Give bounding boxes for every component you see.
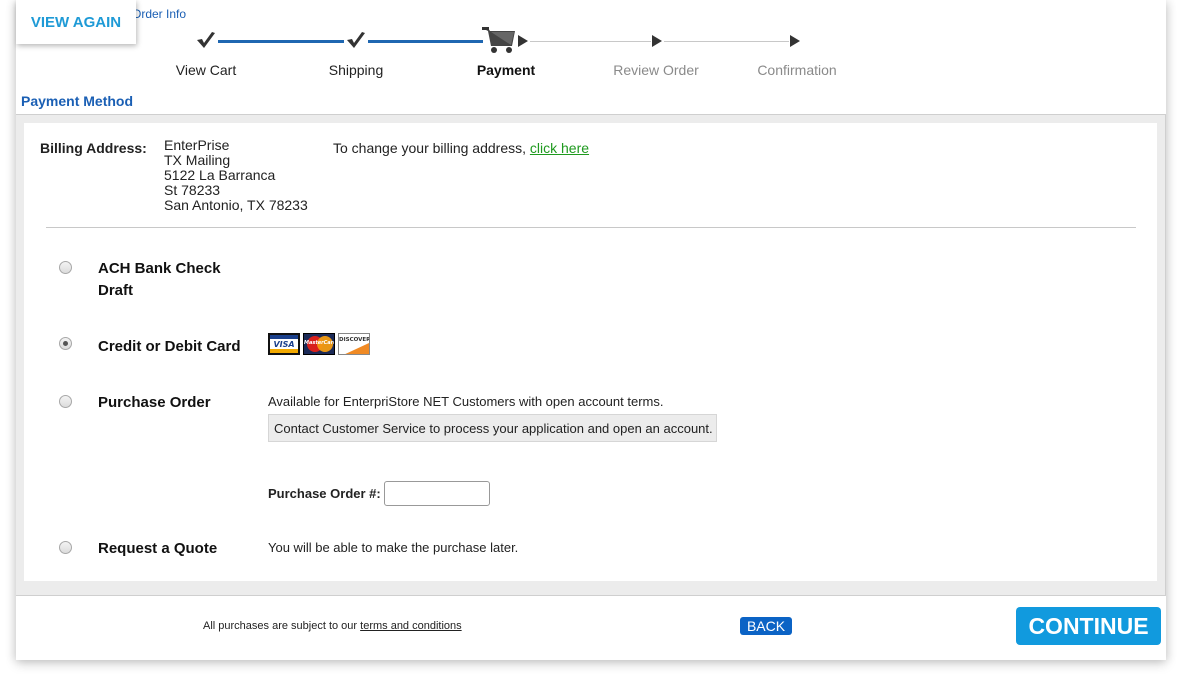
step-connector	[218, 40, 344, 43]
checkmark-icon	[347, 32, 365, 48]
credit-card-label[interactable]: Credit or Debit Card	[98, 336, 241, 358]
purchase-order-note: Contact Customer Service to process your…	[268, 414, 717, 442]
ach-label-line2: Draft	[98, 282, 134, 299]
change-billing-text: To change your billing address, click he…	[333, 140, 589, 156]
billing-line: EnterPrise	[164, 137, 230, 153]
purchase-order-radio[interactable]	[59, 395, 72, 408]
arrow-right-icon	[652, 35, 662, 47]
credit-card-radio[interactable]	[59, 337, 72, 350]
purchase-order-number-input[interactable]	[384, 481, 490, 506]
change-billing-link[interactable]: click here	[530, 140, 589, 156]
billing-address: EnterPrise TX Mailing 5122 La Barranca S…	[164, 138, 308, 213]
continue-button[interactable]: CONTINUE	[1016, 607, 1161, 645]
shopping-cart-icon	[482, 27, 515, 53]
divider	[46, 227, 1136, 228]
request-quote-radio[interactable]	[59, 541, 72, 554]
step-review-order: Review Order	[613, 62, 699, 78]
discover-text: DISCOVER	[339, 337, 370, 343]
terms-link[interactable]: terms and conditions	[360, 620, 462, 632]
change-billing-label: To change your billing address,	[333, 140, 530, 156]
visa-icon: VISA	[268, 333, 300, 355]
order-info-link[interactable]: Order Info	[132, 7, 186, 21]
step-connector	[368, 40, 483, 43]
view-again-button[interactable]: VIEW AGAIN	[16, 0, 136, 44]
billing-line: 5122 La Barranca	[164, 167, 276, 183]
back-button[interactable]: BACK	[740, 617, 792, 635]
payment-panel-inner: Billing Address: EnterPrise TX Mailing 5…	[24, 123, 1157, 581]
billing-address-label: Billing Address:	[40, 140, 147, 156]
visa-text: VISA	[273, 340, 295, 349]
request-quote-label[interactable]: Request a Quote	[98, 538, 217, 560]
step-confirmation: Confirmation	[757, 62, 837, 78]
mastercard-icon: MasterCard	[303, 333, 335, 355]
purchase-order-number-label: Purchase Order #:	[268, 486, 381, 501]
payment-method-title: Payment Method	[21, 93, 134, 109]
step-view-cart[interactable]: View Cart	[136, 62, 276, 78]
billing-line: St 78233	[164, 182, 221, 198]
ach-label-line1: ACH Bank Check	[98, 260, 221, 277]
mastercard-text: MasterCard	[304, 340, 335, 346]
request-quote-description: You will be able to make the purchase la…	[268, 540, 519, 555]
terms-notice: All purchases are subject to our terms a…	[203, 620, 462, 632]
card-logos: VISA MasterCard DISCOVER	[268, 333, 370, 355]
discover-icon: DISCOVER	[338, 333, 370, 355]
checkmark-icon	[197, 32, 215, 48]
terms-text: All purchases are subject to our	[203, 620, 361, 632]
arrow-right-icon	[518, 35, 528, 47]
purchase-order-description: Available for EnterpriStore NET Customer…	[268, 394, 664, 409]
step-payment: Payment	[476, 62, 536, 78]
arrow-right-icon	[790, 35, 800, 47]
purchase-order-label[interactable]: Purchase Order	[98, 392, 211, 414]
step-connector	[664, 41, 789, 42]
step-shipping[interactable]: Shipping	[286, 62, 426, 78]
payment-panel: Billing Address: EnterPrise TX Mailing 5…	[16, 114, 1166, 596]
ach-label[interactable]: ACH Bank Check Draft	[98, 258, 221, 302]
billing-line: TX Mailing	[164, 152, 231, 168]
step-connector	[530, 41, 651, 42]
ach-radio[interactable]	[59, 261, 72, 274]
billing-line: San Antonio, TX 78233	[164, 197, 308, 213]
